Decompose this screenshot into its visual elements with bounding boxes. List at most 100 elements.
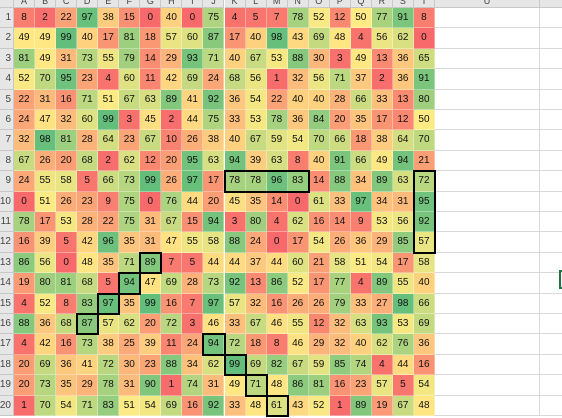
cell-e19[interactable]: 78 bbox=[98, 375, 120, 396]
cell-r17[interactable]: 62 bbox=[371, 334, 393, 355]
result-value[interactable]: 14.582.400 bbox=[540, 212, 562, 232]
cell-g13[interactable]: 89 bbox=[140, 252, 162, 274]
row-header-4[interactable]: 4 bbox=[0, 69, 14, 90]
cell-i12[interactable]: 55 bbox=[182, 232, 204, 253]
cell-u3[interactable] bbox=[435, 48, 540, 70]
cell-t12[interactable]: 57 bbox=[413, 232, 435, 253]
cell-r9[interactable]: 89 bbox=[371, 171, 393, 192]
cell-i5[interactable]: 41 bbox=[182, 89, 204, 110]
cell-n1[interactable]: 78 bbox=[287, 8, 309, 29]
cell-s6[interactable]: 12 bbox=[392, 110, 414, 131]
cell-v8[interactable] bbox=[540, 151, 562, 172]
cell-c13[interactable]: 0 bbox=[56, 252, 78, 274]
cell-g6[interactable]: 45 bbox=[140, 110, 162, 131]
cell-f17[interactable]: 25 bbox=[119, 334, 141, 355]
cell-m7[interactable]: 59 bbox=[266, 130, 288, 151]
cell-p8[interactable]: 91 bbox=[329, 150, 351, 172]
cell-q1[interactable]: 50 bbox=[350, 8, 372, 29]
cell-l7[interactable]: 67 bbox=[245, 130, 267, 151]
cell-n6[interactable]: 36 bbox=[287, 110, 309, 131]
cell-h20[interactable]: 69 bbox=[161, 395, 183, 416]
cell-q17[interactable]: 40 bbox=[350, 334, 372, 355]
cell-s8[interactable]: 94 bbox=[392, 150, 414, 172]
cell-k20[interactable]: 33 bbox=[224, 395, 246, 416]
cell-d6[interactable]: 60 bbox=[77, 110, 99, 131]
cell-g3[interactable]: 14 bbox=[140, 48, 162, 70]
cell-p3[interactable]: 3 bbox=[329, 48, 351, 70]
cell-o8[interactable]: 40 bbox=[308, 150, 330, 172]
cell-l3[interactable]: 67 bbox=[245, 48, 267, 70]
cell-s4[interactable]: 36 bbox=[392, 69, 414, 90]
cell-r11[interactable]: 53 bbox=[371, 212, 393, 233]
cell-k2[interactable]: 17 bbox=[224, 28, 246, 49]
cell-s12[interactable]: 85 bbox=[392, 232, 414, 253]
cell-h18[interactable]: 88 bbox=[161, 354, 183, 376]
cell-l4[interactable]: 56 bbox=[245, 69, 267, 90]
cell-t14[interactable]: 40 bbox=[413, 273, 435, 294]
cell-u1[interactable] bbox=[435, 8, 540, 29]
row-header-17[interactable]: 17 bbox=[0, 334, 14, 355]
cell-g16[interactable]: 20 bbox=[140, 314, 162, 335]
cell-a2[interactable]: 49 bbox=[14, 28, 36, 49]
cell-n17[interactable]: 46 bbox=[287, 334, 309, 355]
cell-e12[interactable]: 96 bbox=[98, 232, 120, 253]
cell-b4[interactable]: 70 bbox=[35, 69, 57, 90]
cell-q6[interactable]: 35 bbox=[350, 110, 372, 131]
cell-n12[interactable]: 17 bbox=[287, 232, 309, 253]
cell-e10[interactable]: 9 bbox=[98, 191, 120, 212]
cell-p7[interactable]: 66 bbox=[329, 130, 351, 151]
cell-b18[interactable]: 69 bbox=[35, 354, 57, 376]
cell-l18[interactable]: 69 bbox=[245, 354, 267, 376]
cell-j15[interactable]: 97 bbox=[203, 293, 225, 314]
cell-o6[interactable]: 84 bbox=[308, 110, 330, 131]
cell-r16[interactable]: 93 bbox=[371, 314, 393, 335]
cell-u19[interactable] bbox=[435, 375, 540, 396]
cell-b16[interactable]: 36 bbox=[35, 314, 57, 335]
cell-i13[interactable]: 5 bbox=[182, 252, 204, 274]
cell-m11[interactable]: 4 bbox=[266, 212, 288, 233]
cell-n3[interactable]: 88 bbox=[287, 48, 309, 70]
cell-c4[interactable]: 95 bbox=[56, 69, 78, 90]
cell-c18[interactable]: 36 bbox=[56, 354, 78, 376]
cell-u16[interactable] bbox=[435, 314, 540, 335]
column-header-s[interactable]: S bbox=[392, 0, 414, 8]
cell-v6[interactable] bbox=[540, 110, 562, 131]
cell-e14[interactable]: 5 bbox=[98, 273, 120, 294]
cell-t3[interactable]: 65 bbox=[413, 48, 435, 70]
cell-t1[interactable]: 8 bbox=[413, 8, 435, 29]
cell-a12[interactable]: 16 bbox=[14, 232, 36, 253]
cell-q13[interactable]: 51 bbox=[350, 252, 372, 274]
cell-i17[interactable]: 24 bbox=[182, 334, 204, 355]
row-header-9[interactable]: 9 bbox=[0, 171, 14, 192]
cell-c8[interactable]: 20 bbox=[56, 150, 78, 172]
cell-r5[interactable]: 33 bbox=[371, 89, 393, 110]
cell-i6[interactable]: 44 bbox=[182, 110, 204, 131]
cell-n14[interactable]: 52 bbox=[287, 273, 309, 294]
cell-p11[interactable]: 14 bbox=[329, 212, 351, 233]
cell-j16[interactable]: 46 bbox=[203, 314, 225, 335]
cell-o11[interactable]: 16 bbox=[308, 212, 330, 233]
cell-b19[interactable]: 73 bbox=[35, 375, 57, 396]
cell-b5[interactable]: 31 bbox=[35, 89, 57, 110]
column-header-o[interactable]: O bbox=[308, 0, 330, 8]
cell-o4[interactable]: 56 bbox=[308, 69, 330, 90]
cell-j11[interactable]: 94 bbox=[203, 212, 225, 233]
cell-f1[interactable]: 15 bbox=[119, 8, 141, 29]
cell-t20[interactable]: 48 bbox=[413, 395, 435, 416]
cell-o17[interactable]: 29 bbox=[308, 334, 330, 355]
cell-n16[interactable]: 55 bbox=[287, 314, 309, 335]
cell-a5[interactable]: 22 bbox=[14, 89, 36, 110]
cell-a13[interactable]: 86 bbox=[14, 252, 36, 274]
cell-g17[interactable]: 39 bbox=[140, 334, 162, 355]
cell-r1[interactable]: 77 bbox=[371, 8, 393, 29]
cell-b15[interactable]: 52 bbox=[35, 293, 57, 314]
cell-a1[interactable]: 8 bbox=[14, 8, 36, 29]
cell-c6[interactable]: 32 bbox=[56, 110, 78, 131]
cell-s19[interactable]: 5 bbox=[392, 375, 414, 396]
cell-i1[interactable]: 0 bbox=[182, 8, 204, 29]
cell-f7[interactable]: 23 bbox=[119, 130, 141, 151]
cell-c5[interactable]: 16 bbox=[56, 89, 78, 110]
cell-o19[interactable]: 81 bbox=[308, 375, 330, 396]
cell-f14[interactable]: 94 bbox=[119, 273, 141, 294]
cell-j14[interactable]: 73 bbox=[203, 273, 225, 294]
